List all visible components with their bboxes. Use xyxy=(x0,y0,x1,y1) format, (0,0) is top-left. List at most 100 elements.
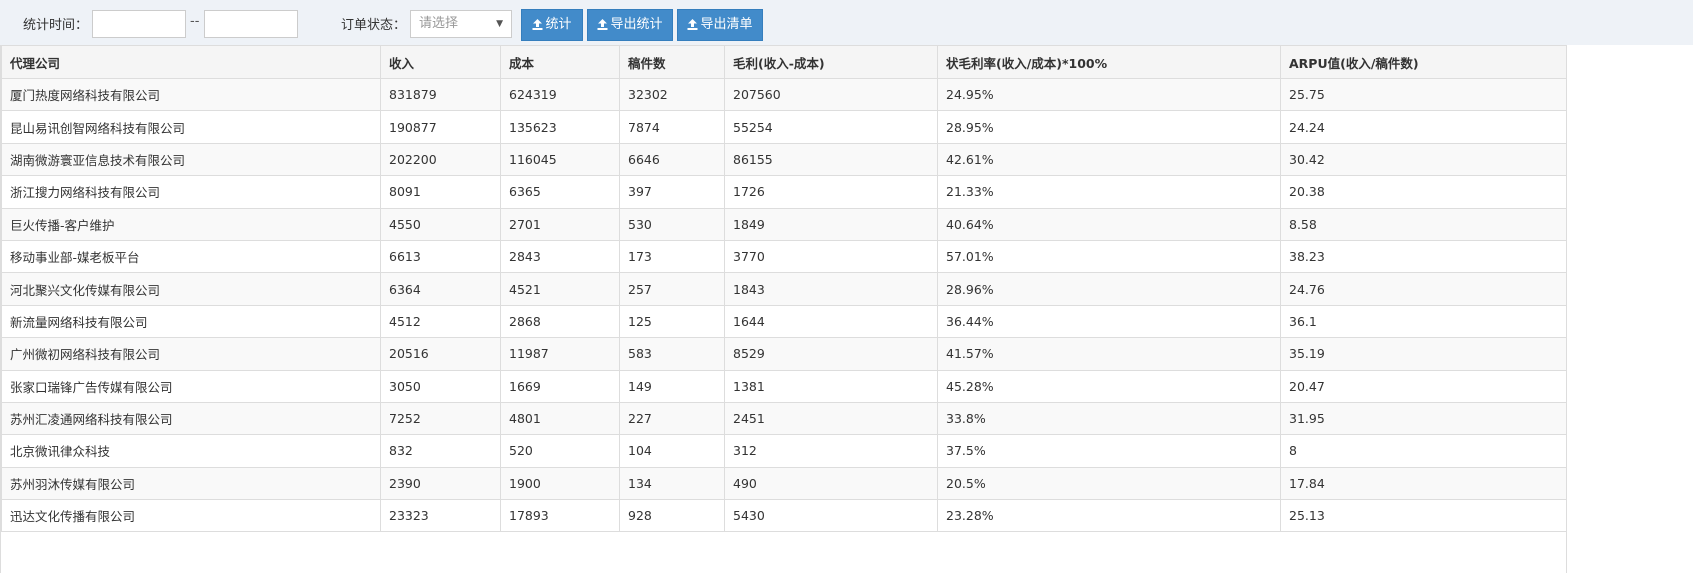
cell-gross-margin: 28.96% xyxy=(937,272,1281,306)
cell-gross-profit: 2451 xyxy=(724,401,938,436)
table-row[interactable]: 苏州汇凌通网络科技有限公司 7252 4801 227 2451 33.8% 31.95 xyxy=(1,401,1567,436)
cell-agent-company: 河北聚兴文化传媒有限公司 xyxy=(1,272,381,306)
cell-cost: 11987 xyxy=(500,337,620,371)
cell-arpu: 8.58 xyxy=(1280,207,1567,241)
cell-income: 23323 xyxy=(380,499,501,533)
cell-arpu: 38.23 xyxy=(1280,239,1567,274)
range-separator: -- xyxy=(190,14,200,29)
time-label: 统计时间： xyxy=(23,18,89,33)
table-row[interactable]: 张家口瑞锋广告传媒有限公司 3050 1669 149 1381 45.28% 20.47 xyxy=(1,369,1567,403)
cell-manuscripts: 583 xyxy=(619,337,725,371)
cell-cost: 4521 xyxy=(500,272,620,306)
table-row[interactable]: 昆山易讯创智网络科技有限公司 190877 135623 7874 55254 28.95… xyxy=(1,110,1567,144)
cell-gross-margin: 21.33% xyxy=(937,175,1281,209)
upload-icon xyxy=(687,12,698,42)
cell-arpu: 24.24 xyxy=(1280,110,1567,144)
cell-cost: 2868 xyxy=(500,304,620,339)
cell-income: 20516 xyxy=(380,337,501,371)
order-status-select[interactable]: 请选择 ▼ xyxy=(410,10,512,38)
cell-gross-profit: 1381 xyxy=(724,369,938,403)
cell-income: 4512 xyxy=(380,304,501,339)
upload-icon xyxy=(532,12,543,42)
cell-agent-company: 北京微讯律众科技 xyxy=(1,434,381,468)
cell-income: 190877 xyxy=(380,110,501,144)
cell-arpu: 8 xyxy=(1280,434,1567,468)
export-stats-button[interactable]: 导出统计 xyxy=(587,9,673,41)
cell-arpu: 25.13 xyxy=(1280,499,1567,533)
header-agent-company[interactable]: 代理公司 xyxy=(1,45,381,79)
cell-arpu: 17.84 xyxy=(1280,466,1567,501)
filter-toolbar: 统计时间： -- 订单状态： 请选择 ▼ 统计 导出统计 导出清单 xyxy=(0,0,1693,45)
header-gross-margin[interactable]: 状毛利率(收入/成本)*100% xyxy=(937,45,1281,79)
status-label: 订单状态： xyxy=(341,18,407,33)
cell-agent-company: 移动事业部-媒老板平台 xyxy=(1,239,381,274)
cell-gross-profit: 490 xyxy=(724,466,938,501)
cell-gross-margin: 28.95% xyxy=(937,110,1281,144)
cell-agent-company: 迅达文化传播有限公司 xyxy=(1,499,381,533)
cell-cost: 1900 xyxy=(500,466,620,501)
cell-gross-margin: 41.57% xyxy=(937,337,1281,371)
cell-gross-margin: 23.28% xyxy=(937,499,1281,533)
cell-gross-profit: 207560 xyxy=(724,77,938,112)
cell-agent-company: 苏州羽沐传媒有限公司 xyxy=(1,466,381,501)
header-cost[interactable]: 成本 xyxy=(500,45,620,79)
export-list-button[interactable]: 导出清单 xyxy=(677,9,763,41)
stats-button[interactable]: 统计 xyxy=(521,9,583,41)
table-row[interactable]: 湖南微游寰亚信息技术有限公司 202200 116045 6646 86155 42.61… xyxy=(1,142,1567,177)
cell-gross-profit: 3770 xyxy=(724,239,938,274)
table-row[interactable]: 移动事业部-媒老板平台 6613 2843 173 3770 57.01% 38.23 xyxy=(1,239,1567,274)
cell-cost: 1669 xyxy=(500,369,620,403)
table-header-row: 代理公司 收入 成本 稿件数 毛利(收入-成本) 状毛利率(收入/成本)*100… xyxy=(1,45,1567,79)
table-row[interactable]: 浙江搜力网络科技有限公司 8091 6365 397 1726 21.33% 20.38 xyxy=(1,175,1567,209)
table-row[interactable]: 河北聚兴文化传媒有限公司 6364 4521 257 1843 28.96% 24.76 xyxy=(1,272,1567,306)
cell-gross-margin: 42.61% xyxy=(937,142,1281,177)
cell-gross-margin: 57.01% xyxy=(937,239,1281,274)
cell-income: 202200 xyxy=(380,142,501,177)
cell-gross-margin: 40.64% xyxy=(937,207,1281,241)
table-body: 厦门热度网络科技有限公司 831879 624319 32302 207560 24.95… xyxy=(1,77,1567,533)
cell-income: 7252 xyxy=(380,401,501,436)
cell-gross-profit: 1726 xyxy=(724,175,938,209)
cell-manuscripts: 173 xyxy=(619,239,725,274)
start-date-input[interactable] xyxy=(92,10,186,38)
table-row[interactable]: 苏州羽沐传媒有限公司 2390 1900 134 490 20.5% 17.84 xyxy=(1,466,1567,501)
header-arpu[interactable]: ARPU值(收入/稿件数) xyxy=(1280,45,1567,79)
cell-agent-company: 浙江搜力网络科技有限公司 xyxy=(1,175,381,209)
table-row[interactable]: 迅达文化传播有限公司 23323 17893 928 5430 23.28% 25.13 xyxy=(1,499,1567,533)
cell-agent-company: 厦门热度网络科技有限公司 xyxy=(1,77,381,112)
cell-agent-company: 昆山易讯创智网络科技有限公司 xyxy=(1,110,381,144)
header-manuscripts[interactable]: 稿件数 xyxy=(619,45,725,79)
stats-button-label: 统计 xyxy=(545,17,572,32)
cell-arpu: 25.75 xyxy=(1280,77,1567,112)
header-income[interactable]: 收入 xyxy=(380,45,501,79)
cell-manuscripts: 32302 xyxy=(619,77,725,112)
table-row[interactable]: 广州微初网络科技有限公司 20516 11987 583 8529 41.57% 35.19 xyxy=(1,337,1567,371)
header-gross-profit[interactable]: 毛利(收入-成本) xyxy=(724,45,938,79)
table-row[interactable]: 北京微讯律众科技 832 520 104 312 37.5% 8 xyxy=(1,434,1567,468)
cell-cost: 6365 xyxy=(500,175,620,209)
cell-agent-company: 苏州汇凌通网络科技有限公司 xyxy=(1,401,381,436)
end-date-input[interactable] xyxy=(204,10,298,38)
cell-arpu: 20.47 xyxy=(1280,369,1567,403)
cell-gross-margin: 36.44% xyxy=(937,304,1281,339)
cell-arpu: 24.76 xyxy=(1280,272,1567,306)
cell-cost: 17893 xyxy=(500,499,620,533)
cell-gross-profit: 312 xyxy=(724,434,938,468)
cell-arpu: 31.95 xyxy=(1280,401,1567,436)
cell-gross-margin: 37.5% xyxy=(937,434,1281,468)
cell-gross-margin: 24.95% xyxy=(937,77,1281,112)
table-row[interactable]: 厦门热度网络科技有限公司 831879 624319 32302 207560 24.95… xyxy=(1,77,1567,112)
cell-manuscripts: 149 xyxy=(619,369,725,403)
table-row[interactable]: 巨火传播-客户维护 4550 2701 530 1849 40.64% 8.58 xyxy=(1,207,1567,241)
table-row[interactable]: 新流量网络科技有限公司 4512 2868 125 1644 36.44% 36.1 xyxy=(1,304,1567,339)
cell-manuscripts: 227 xyxy=(619,401,725,436)
cell-gross-profit: 1843 xyxy=(724,272,938,306)
cell-agent-company: 巨火传播-客户维护 xyxy=(1,207,381,241)
cell-manuscripts: 104 xyxy=(619,434,725,468)
cell-cost: 135623 xyxy=(500,110,620,144)
cell-gross-profit: 55254 xyxy=(724,110,938,144)
cell-manuscripts: 125 xyxy=(619,304,725,339)
cell-manuscripts: 530 xyxy=(619,207,725,241)
cell-gross-margin: 20.5% xyxy=(937,466,1281,501)
cell-gross-margin: 33.8% xyxy=(937,401,1281,436)
